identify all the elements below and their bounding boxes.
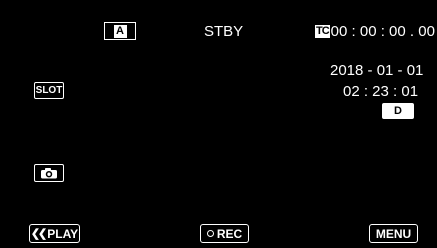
camera-screen: A STBY TC 00 : 00 : 00 . 00 2018 - 01 - 0… <box>0 0 437 248</box>
recording-status: STBY <box>204 23 244 40</box>
camera-icon <box>41 168 57 179</box>
double-chevron-left-icon: ❮❮ <box>30 228 48 240</box>
time-display: 02 : 23 : 01 <box>343 83 419 100</box>
auto-mode-button[interactable]: A <box>104 22 136 40</box>
rec-label: REC <box>216 226 243 241</box>
timecode-badge: TC <box>315 25 330 38</box>
date-display: 2018 - 01 - 01 <box>330 62 424 79</box>
rec-button[interactable]: REC <box>200 224 249 243</box>
snapshot-button[interactable] <box>34 164 64 182</box>
play-button[interactable]: ❮❮ PLAY <box>29 224 80 243</box>
timecode-value: 00 : 00 : 00 . 00 <box>330 23 435 40</box>
timecode-display: TC 00 : 00 : 00 . 00 <box>315 23 435 40</box>
menu-button[interactable]: MENU <box>369 224 418 243</box>
auto-mode-label: A <box>113 24 127 38</box>
play-label: PLAY <box>47 226 79 241</box>
slot-button[interactable]: SLOT <box>34 82 64 99</box>
date-style-button[interactable]: D <box>382 103 414 119</box>
circle-outline-icon <box>206 230 214 237</box>
